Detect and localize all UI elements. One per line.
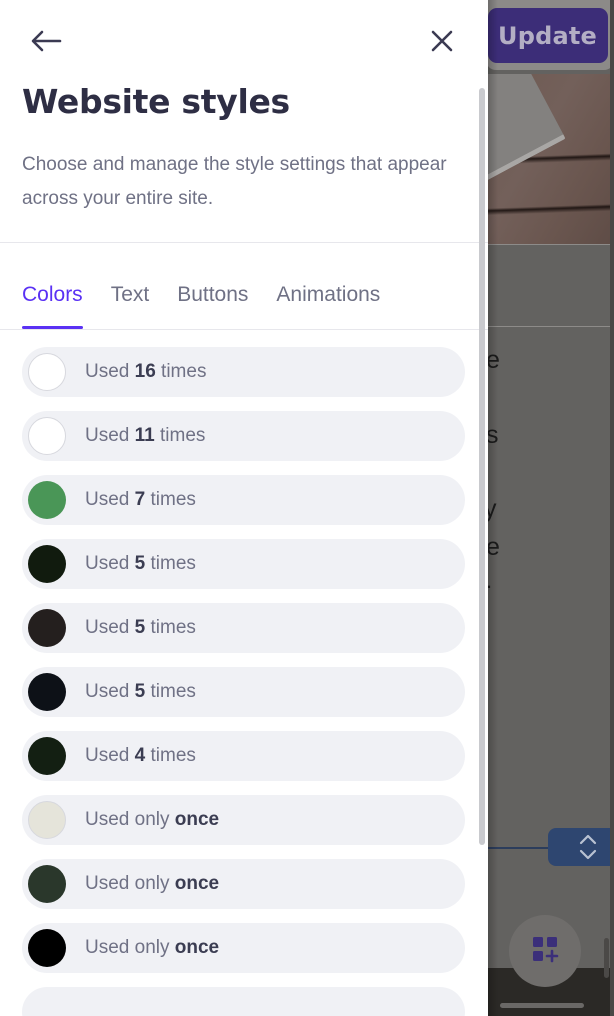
page-title: Website styles [22,82,290,121]
back-button[interactable] [22,20,70,64]
background-text-fragment: e [486,346,500,374]
color-row[interactable]: Used only once [22,859,465,909]
color-row[interactable]: Used 4 times [22,731,465,781]
add-section-grid-icon [528,932,562,971]
usage-count: 16 [134,361,156,382]
color-usage-label: Used only once [85,873,219,895]
usage-suffix: times [154,425,206,446]
tab-colors[interactable]: Colors [22,283,83,329]
home-indicator [500,1003,584,1008]
color-row[interactable]: Used 5 times [22,539,465,589]
usage-count: 5 [134,553,146,574]
color-row[interactable]: Used 7 times [22,475,465,525]
usage-prefix: Used [85,425,135,446]
close-button[interactable] [418,20,466,64]
usage-suffix: times [145,681,196,702]
hero-image [488,74,614,244]
usage-prefix: Used [85,617,135,638]
color-row[interactable]: Used 16 times [22,347,465,397]
background-divider [478,244,614,245]
panel-scrollbar[interactable] [479,88,485,845]
color-swatch[interactable] [28,353,66,391]
usage-prefix: Used only [85,809,175,830]
tab-text[interactable]: Text [111,283,150,329]
color-row[interactable]: Used 5 times [22,603,465,653]
color-row[interactable] [22,987,465,1016]
update-button-label: Update [498,21,597,50]
color-usage-label: Used 5 times [85,681,196,703]
usage-prefix: Used [85,553,135,574]
usage-count: 7 [134,489,146,510]
background-text-fragment: e [486,533,500,561]
color-usage-label: Used 5 times [85,617,196,639]
viewport-right-edge [610,0,614,1016]
style-tabs: Colors Text Buttons Animations [0,243,488,330]
usage-prefix: Used [85,681,135,702]
usage-count: once [174,937,220,958]
usage-suffix: times [145,617,196,638]
color-usage-label: Used 4 times [85,745,196,767]
color-row[interactable]: Used 5 times [22,667,465,717]
website-styles-panel: Website styles Choose and manage the sty… [0,0,488,1016]
usage-suffix: times [155,361,207,382]
color-row[interactable]: Used only once [22,923,465,973]
usage-count: once [174,873,220,894]
usage-prefix: Used [85,489,135,510]
color-usage-label: Used only once [85,809,219,831]
chevron-up-down-icon [576,830,600,864]
usage-count: 5 [134,617,146,638]
usage-suffix: times [145,553,196,574]
background-divider [478,326,614,327]
usage-prefix: Used [85,745,135,766]
color-swatch[interactable] [28,673,66,711]
usage-count: 5 [134,681,146,702]
hero-image-object [488,74,566,186]
tab-animations[interactable]: Animations [276,283,380,329]
add-section-button[interactable] [509,915,581,987]
color-swatch[interactable] [28,801,66,839]
usage-suffix: times [145,489,196,510]
color-list: Used 16 times Used 11 times Used 7 times Us… [0,330,488,1016]
color-usage-label: Used only once [85,937,219,959]
arrow-left-icon [29,27,63,58]
color-usage-label: Used 16 times [85,361,206,383]
color-swatch[interactable] [28,417,66,455]
usage-count: 11 [134,425,155,446]
panel-header: Website styles Choose and manage the sty… [0,0,488,243]
usage-prefix: Used only [85,873,175,894]
tab-buttons[interactable]: Buttons [177,283,248,329]
color-swatch[interactable] [28,737,66,775]
color-usage-label: Used 5 times [85,553,196,575]
section-reorder-stepper[interactable] [548,828,614,866]
color-swatch[interactable] [28,481,66,519]
color-swatch[interactable] [28,609,66,647]
color-row[interactable]: Used only once [22,795,465,845]
panel-description: Choose and manage the style settings tha… [22,154,447,209]
background-scrollbar-thumb[interactable] [604,938,609,978]
color-row[interactable]: Used 11 times [22,411,465,461]
color-swatch[interactable] [28,545,66,583]
color-swatch[interactable] [28,929,66,967]
color-usage-label: Used 11 times [85,425,205,447]
close-icon [428,27,456,58]
usage-count: 4 [134,745,146,766]
usage-count: once [174,809,220,830]
usage-suffix: times [145,745,196,766]
usage-prefix: Used only [85,937,175,958]
usage-prefix: Used [85,361,135,382]
update-button[interactable]: Update [488,8,608,63]
color-usage-label: Used 7 times [85,489,196,511]
color-swatch[interactable] [28,865,66,903]
